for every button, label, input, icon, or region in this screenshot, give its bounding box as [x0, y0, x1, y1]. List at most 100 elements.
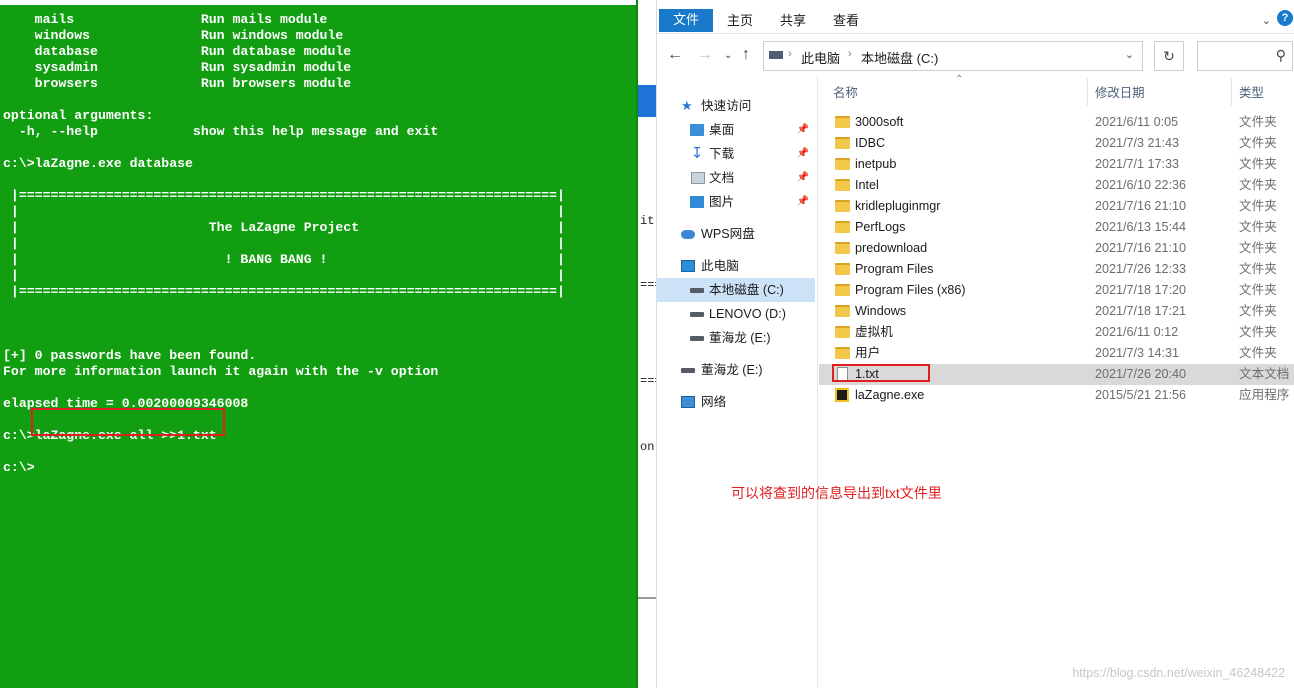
- column-divider[interactable]: [1231, 78, 1232, 106]
- file-type: 文件夹: [1239, 157, 1277, 171]
- recent-locations-icon[interactable]: ⌄: [724, 50, 732, 61]
- console-line: | |: [3, 268, 565, 283]
- nav-local-disk-c[interactable]: 本地磁盘 (C:): [657, 278, 815, 302]
- forward-arrow-icon[interactable]: →: [697, 46, 713, 64]
- background-text-fragment: on: [640, 440, 655, 454]
- help-icon[interactable]: ?: [1277, 10, 1293, 26]
- tab-share[interactable]: 共享: [780, 10, 806, 32]
- nav-downloads[interactable]: ↧ 下载 📌: [657, 142, 815, 166]
- tab-home[interactable]: 主页: [727, 10, 753, 32]
- file-row[interactable]: laZagne.exe 2015/5/21 21:56 应用程序: [819, 385, 1294, 406]
- file-row[interactable]: Intel 2021/6/10 22:36 文件夹: [819, 175, 1294, 196]
- nav-label: 董海龙 (E:): [701, 363, 763, 377]
- search-input[interactable]: ⚲: [1197, 41, 1293, 71]
- pin-icon: 📌: [796, 148, 809, 159]
- file-type: 文件夹: [1239, 241, 1277, 255]
- folder-icon: [835, 305, 850, 317]
- file-explorer-window: 文件 主页 共享 查看 ⌄ ? ← → ⌄ ↑ › 此电脑 › 本地磁盘 (C:…: [656, 0, 1294, 688]
- background-text-fragment: ===: [640, 278, 656, 292]
- folder-icon: [835, 200, 850, 212]
- cloud-icon: [681, 230, 695, 239]
- refresh-icon[interactable]: ↻: [1154, 41, 1184, 71]
- column-header-type[interactable]: 类型: [1239, 83, 1264, 101]
- nav-quick-access[interactable]: ★ 快速访问: [657, 94, 815, 118]
- background-window-highlight: [638, 85, 656, 117]
- breadcrumb-separator-icon: ›: [848, 48, 852, 60]
- nav-drive-e-root[interactable]: 董海龙 (E:): [657, 358, 815, 382]
- nav-wps-cloud[interactable]: WPS网盘: [657, 222, 815, 246]
- console-line: | |: [3, 236, 565, 251]
- nav-pictures[interactable]: 图片 📌: [657, 190, 815, 214]
- file-type: 文件夹: [1239, 283, 1277, 297]
- back-arrow-icon[interactable]: ←: [667, 46, 683, 64]
- sort-ascending-icon: ⌃: [955, 74, 964, 85]
- file-name: 虚拟机: [855, 325, 893, 339]
- console-line: c:\>: [3, 460, 35, 475]
- file-row[interactable]: IDBC 2021/7/3 21:43 文件夹: [819, 133, 1294, 154]
- column-header-name[interactable]: 名称: [833, 83, 858, 101]
- console-line: sysadmin Run sysadmin module: [3, 60, 352, 75]
- address-dropdown-icon[interactable]: ⌄: [1125, 48, 1134, 61]
- nav-label: LENOVO (D:): [709, 307, 786, 321]
- file-date: 2021/7/26 12:33: [1095, 262, 1187, 276]
- file-type: 文件夹: [1239, 220, 1277, 234]
- nav-label: 快速访问: [701, 99, 752, 113]
- file-row[interactable]: predownload 2021/7/16 21:10 文件夹: [819, 238, 1294, 259]
- console-title-strip: [0, 0, 638, 5]
- pane-splitter[interactable]: [817, 75, 818, 688]
- file-row[interactable]: Program Files (x86) 2021/7/18 17:20 文件夹: [819, 280, 1294, 301]
- file-row[interactable]: 3000soft 2021/6/11 0:05 文件夹: [819, 112, 1294, 133]
- up-arrow-icon[interactable]: ↑: [742, 46, 750, 64]
- file-row[interactable]: inetpub 2021/7/1 17:33 文件夹: [819, 154, 1294, 175]
- nav-desktop[interactable]: 桌面 📌: [657, 118, 815, 142]
- nav-this-pc[interactable]: 此电脑: [657, 254, 815, 278]
- drive-icon: [690, 288, 704, 293]
- file-row[interactable]: kridlepluginmgr 2021/7/16 21:10 文件夹: [819, 196, 1294, 217]
- nav-documents[interactable]: 文档 📌: [657, 166, 815, 190]
- file-row[interactable]: PerfLogs 2021/6/13 15:44 文件夹: [819, 217, 1294, 238]
- nav-lenovo-d[interactable]: LENOVO (D:): [657, 302, 815, 326]
- file-date: 2021/6/11 0:05: [1095, 115, 1179, 129]
- tab-view[interactable]: 查看: [833, 10, 859, 32]
- file-list: ⌃ 名称 修改日期 类型 3000soft 2021/6/11 0:05 文件夹 ID…: [819, 74, 1294, 688]
- file-name: laZagne.exe: [855, 388, 925, 402]
- file-type: 文件夹: [1239, 262, 1277, 276]
- file-date: 2021/7/18 17:21: [1095, 304, 1187, 318]
- breadcrumb-this-pc[interactable]: 此电脑: [801, 48, 840, 67]
- file-name: Program Files (x86): [855, 283, 966, 297]
- folder-icon: [835, 242, 850, 254]
- folder-icon: [835, 284, 850, 296]
- breadcrumb-local-disk-c[interactable]: 本地磁盘 (C:): [861, 48, 938, 67]
- nav-drive-e[interactable]: 董海龙 (E:): [657, 326, 815, 350]
- ribbon-expand-icon[interactable]: ⌄: [1262, 14, 1271, 27]
- drive-icon: [690, 312, 704, 317]
- file-date: 2021/6/11 0:12: [1095, 325, 1179, 339]
- nav-label: 文档: [709, 171, 735, 185]
- nav-network[interactable]: 网络: [657, 390, 815, 414]
- pin-icon: 📌: [796, 124, 809, 135]
- folder-icon: [835, 116, 850, 128]
- tab-file[interactable]: 文件: [659, 9, 714, 32]
- column-divider[interactable]: [1087, 78, 1088, 106]
- search-icon: ⚲: [1275, 47, 1286, 63]
- column-header-date[interactable]: 修改日期: [1095, 83, 1145, 101]
- address-bar[interactable]: › 此电脑 › 本地磁盘 (C:) ⌄: [763, 41, 1143, 71]
- file-row[interactable]: 虚拟机 2021/6/11 0:12 文件夹: [819, 322, 1294, 343]
- console-window[interactable]: mails Run mails module windows Run windo…: [0, 0, 638, 688]
- file-date: 2021/6/13 15:44: [1095, 220, 1187, 234]
- pin-icon: 📌: [796, 172, 809, 183]
- file-row[interactable]: Windows 2021/7/18 17:21 文件夹: [819, 301, 1294, 322]
- background-text-fragment: ===: [640, 374, 656, 388]
- file-type: 文本文档: [1239, 367, 1290, 381]
- breadcrumb-separator-icon: ›: [788, 48, 792, 60]
- console-line: optional arguments:: [3, 108, 154, 123]
- file-name: Program Files: [855, 262, 934, 276]
- nav-label: 董海龙 (E:): [709, 331, 771, 345]
- nav-label: 此电脑: [701, 259, 739, 273]
- annotation-note: 可以将查到的信息导出到txt文件里: [731, 485, 942, 501]
- file-row[interactable]: Program Files 2021/7/26 12:33 文件夹: [819, 259, 1294, 280]
- file-highlight-box: [832, 364, 930, 382]
- file-date: 2015/5/21 21:56: [1095, 388, 1187, 402]
- document-icon: [691, 172, 705, 184]
- file-row[interactable]: 用户 2021/7/3 14:31 文件夹: [819, 343, 1294, 364]
